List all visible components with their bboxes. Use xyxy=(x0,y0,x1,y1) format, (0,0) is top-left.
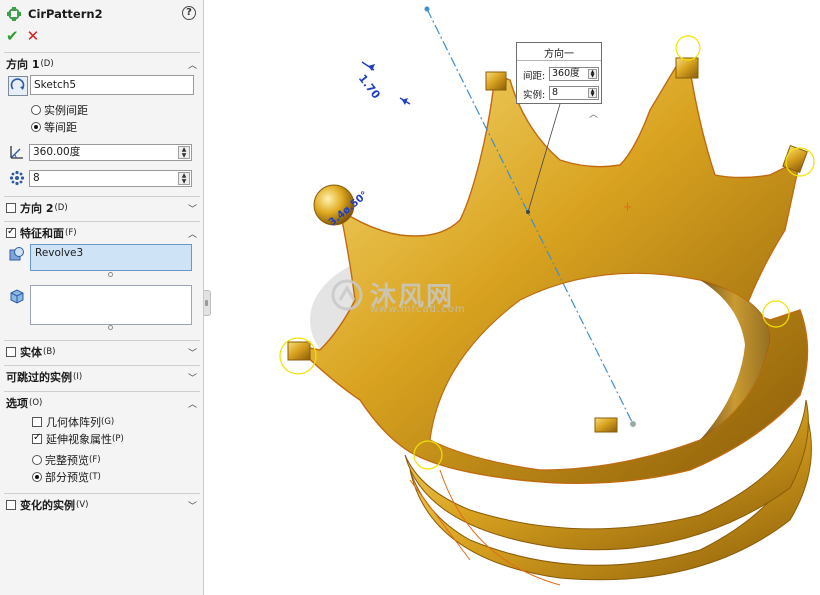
watermark-url: www.mfcad.com xyxy=(370,304,466,315)
chevron-up-icon[interactable]: ︿ xyxy=(589,107,598,120)
callout-spacing-field[interactable]: 360度 ▲ ▼ xyxy=(549,67,599,81)
spike-tip xyxy=(287,341,311,361)
spike-tip xyxy=(594,417,618,433)
callout-instances-field[interactable]: 8 ▲ ▼ xyxy=(549,86,599,100)
spike-tip xyxy=(485,71,507,91)
spike-tip xyxy=(675,57,699,79)
callout-title: 方向一 xyxy=(517,45,601,61)
callout-spacing-spinner[interactable]: ▲ ▼ xyxy=(588,69,597,79)
callout-anchor xyxy=(526,210,530,214)
callout-instances-spinner[interactable]: ▲ ▼ xyxy=(588,88,597,98)
direction-callout: 方向一 间距: 360度 ▲ ▼ 实例: 8 ▲ ▼ xyxy=(516,42,602,104)
axis-endpoint[interactable] xyxy=(424,6,430,12)
selection-highlight xyxy=(675,35,701,61)
callout-spacing-value: 360度 xyxy=(552,68,580,79)
callout-instances-value: 8 xyxy=(552,87,559,98)
axis-endpoint[interactable] xyxy=(630,421,636,427)
watermark-logo-icon xyxy=(331,279,363,310)
callout-instances-label: 实例: xyxy=(523,90,546,101)
callout-spacing-label: 间距: xyxy=(523,71,546,82)
watermark: 沐风网 www.mfcad.com xyxy=(330,276,465,315)
